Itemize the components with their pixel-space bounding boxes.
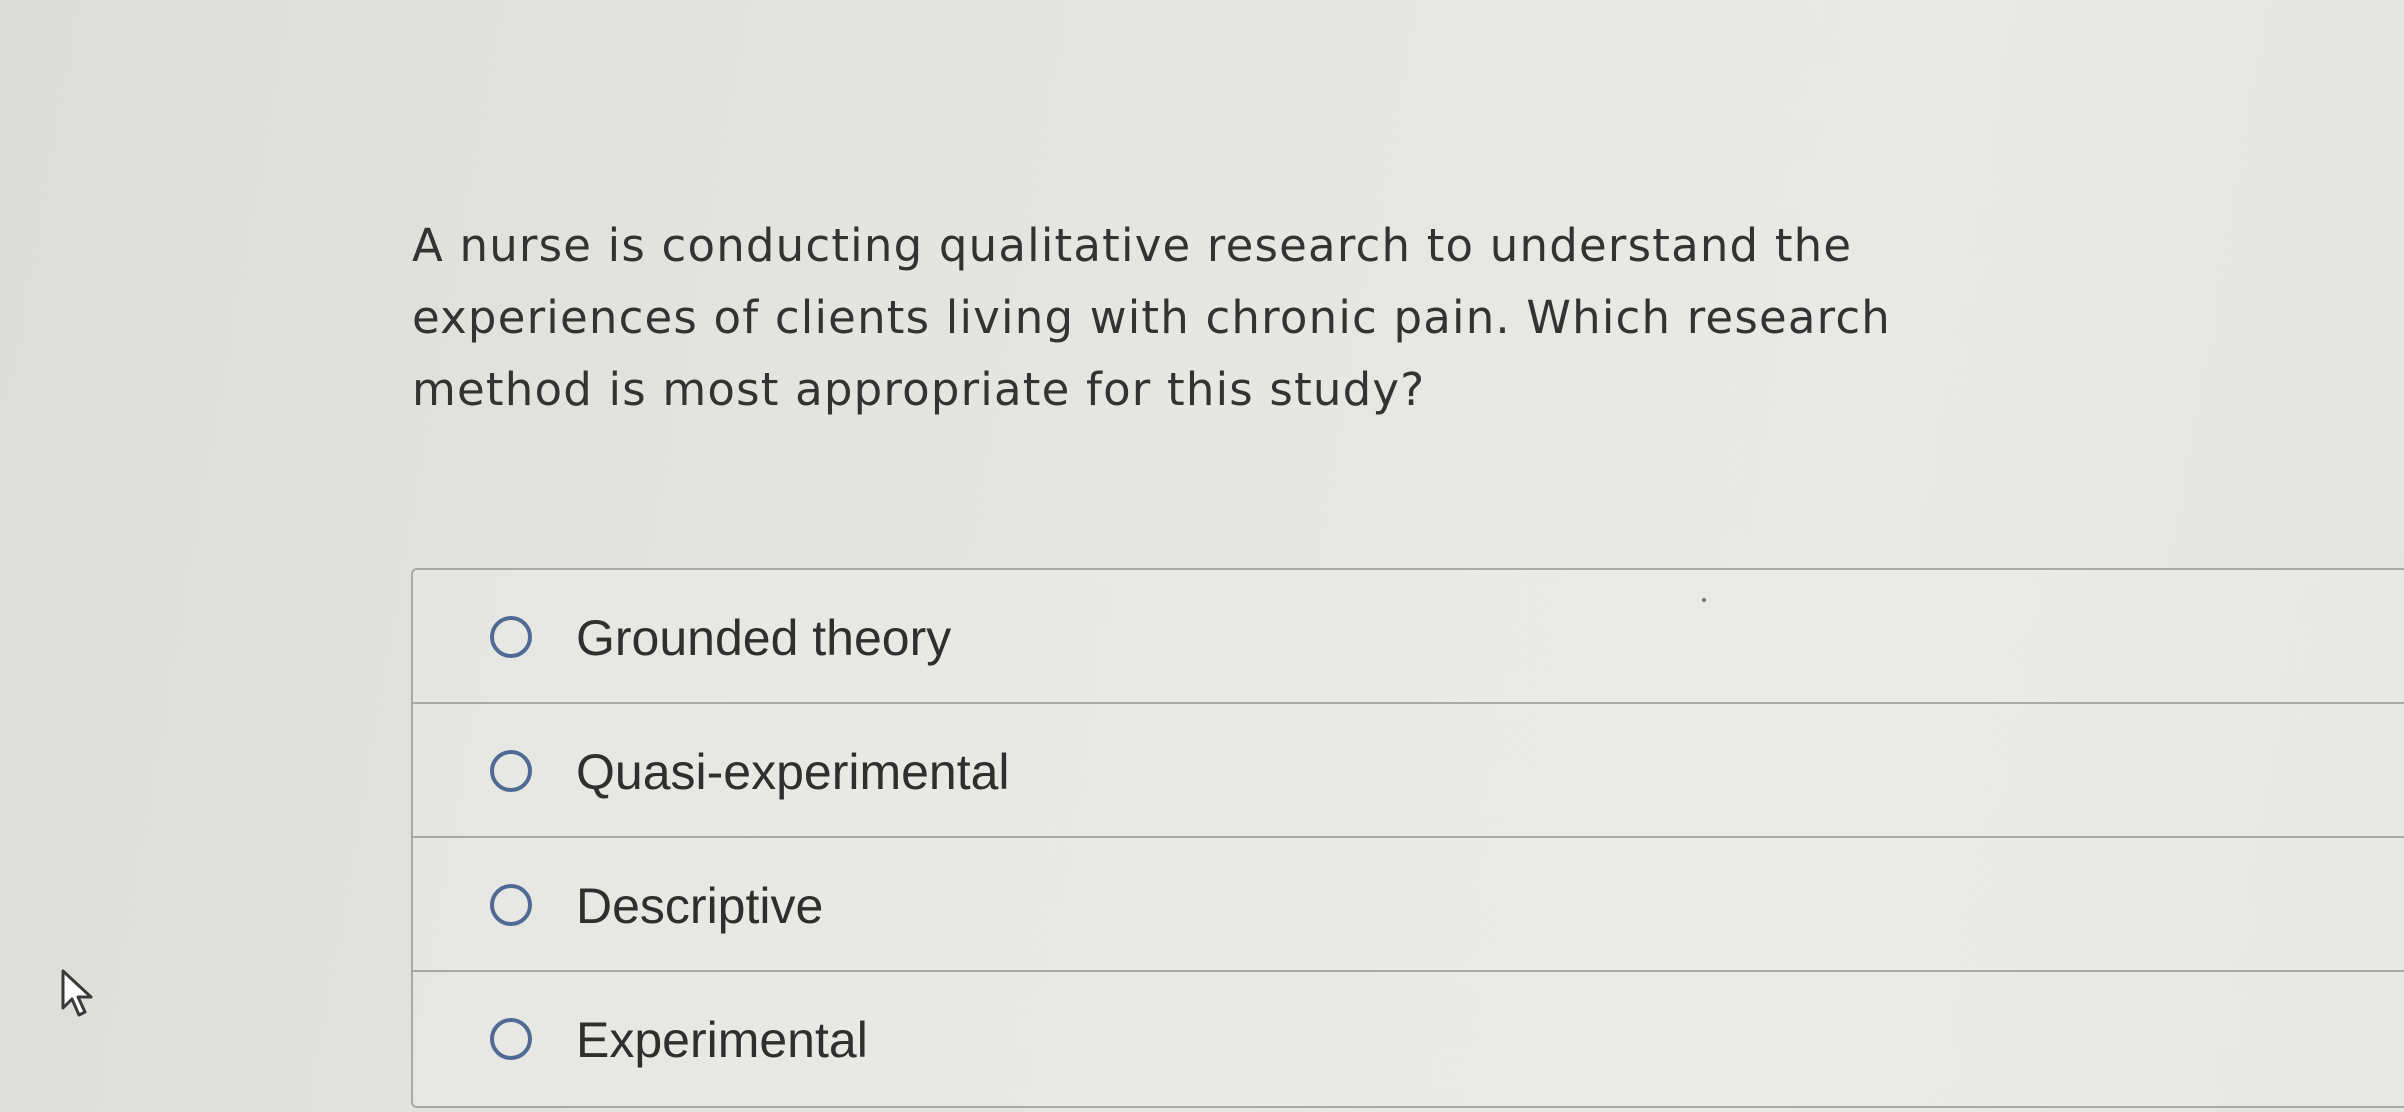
radio-button-icon[interactable] (490, 884, 532, 926)
option-label: Quasi-experimental (576, 744, 1010, 800)
quiz-screen: A nurse is conducting qualitative resear… (0, 0, 2404, 1112)
radio-button-icon[interactable] (490, 1018, 532, 1060)
mouse-pointer-icon (61, 969, 93, 1017)
option-descriptive[interactable]: Descriptive (413, 838, 2404, 972)
option-experimental[interactable]: Experimental (413, 972, 2404, 1106)
option-quasi-experimental[interactable]: Quasi-experimental (413, 704, 2404, 838)
radio-button-icon[interactable] (490, 616, 532, 658)
answer-options-list: Grounded theory Quasi-experimental Descr… (411, 568, 2404, 1108)
screen-speck (1702, 598, 1706, 602)
option-label: Descriptive (576, 878, 824, 934)
radio-button-icon[interactable] (490, 750, 532, 792)
option-grounded-theory[interactable]: Grounded theory (413, 570, 2404, 704)
option-label: Grounded theory (576, 610, 952, 666)
option-label: Experimental (576, 1012, 868, 1068)
question-text: A nurse is conducting qualitative resear… (412, 219, 1891, 416)
